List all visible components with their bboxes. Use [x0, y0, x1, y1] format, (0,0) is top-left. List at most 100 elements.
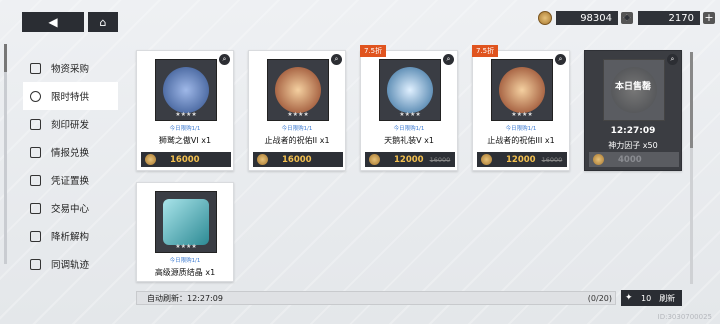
- rarity-stars: ★★★★: [175, 243, 197, 250]
- trade-icon: [30, 202, 41, 214]
- restock-timer: 12:27:09: [610, 126, 656, 136]
- sidebar-item-limited[interactable]: 限时特供: [23, 82, 118, 110]
- rarity-stars: ★★★★: [511, 111, 533, 118]
- sidebar-item-label: 限时特供: [51, 92, 90, 103]
- coin-balance: 98304 +: [538, 10, 633, 26]
- star-icon: ✦: [622, 11, 633, 25]
- sidebar-item-sync[interactable]: 同调轨迹: [14, 250, 122, 278]
- buy-button[interactable]: 12000 16000: [477, 152, 567, 167]
- refresh-count: (0/20): [587, 293, 612, 303]
- sidebar-item-label: 同调轨迹: [51, 260, 90, 271]
- item-image: ★★★★: [155, 191, 217, 253]
- item-image: ★★★★: [267, 59, 329, 121]
- intel-icon: [30, 146, 41, 158]
- imprint-icon: [30, 118, 41, 130]
- purchase-limit: 今日限购1/1: [169, 126, 201, 132]
- discount-tag: 7.5折: [360, 45, 387, 57]
- item-name: 高级源质结晶 x1: [154, 268, 216, 277]
- refresh-star-icon: ✦: [625, 293, 633, 303]
- sidebar-item-deconstruct[interactable]: 降析解构: [14, 222, 122, 250]
- sold-out-card: ⌕ 本日售罄 12:27:09 神力因子 x50 4000: [584, 50, 682, 171]
- rarity-stars: ★★★★: [287, 111, 309, 118]
- purchase-limit: 今日限购1/1: [169, 258, 201, 264]
- item-price: 16000: [282, 154, 312, 165]
- sidebar-item-label: 交易中心: [51, 204, 90, 215]
- coin-icon: [481, 154, 492, 165]
- purchase-limit: 今日限购1/1: [393, 126, 425, 132]
- discount-tag: 7.5折: [472, 45, 499, 57]
- shop-item-card[interactable]: ★★★★ ⌕ 今日限购1/1 狮鹫之傲VI x1 16000: [136, 50, 234, 171]
- shop-item-card[interactable]: ★★★★ ⌕ 今日限购1/1 止战者的祝佑II x1 16000: [248, 50, 346, 171]
- original-price: 16000: [429, 155, 451, 164]
- sidebar-item-label: 凭证置换: [51, 176, 90, 187]
- shop-item-card[interactable]: 7.5折 ★★★★ ⌕ 今日限购1/1 止战者的祝佑III x1 12000 16…: [472, 45, 570, 171]
- coin-icon: [369, 154, 380, 165]
- home-button[interactable]: ⌂: [88, 12, 118, 32]
- buy-button[interactable]: 16000: [141, 152, 231, 167]
- zoom-icon[interactable]: ⌕: [331, 54, 342, 65]
- zoom-icon[interactable]: ⌕: [219, 54, 230, 65]
- back-arrow-icon: ◀: [48, 15, 58, 29]
- footer-bar: 自动刷新：12:27:09 (0/20): [136, 291, 616, 305]
- scrollbar[interactable]: [690, 52, 693, 284]
- item-image: ★★★★: [491, 59, 553, 121]
- sidebar-indicator: [4, 44, 7, 264]
- back-button[interactable]: ◀: [22, 12, 84, 32]
- scrollbar-thumb[interactable]: [690, 52, 693, 148]
- coin-icon: [145, 154, 156, 165]
- item-image: ★★★★: [155, 59, 217, 121]
- sidebar-item-imprint[interactable]: 刻印研发: [14, 110, 122, 138]
- add-star-button[interactable]: +: [703, 12, 715, 24]
- home-icon: ⌂: [99, 15, 107, 29]
- sidebar: 物资采购 限时特供 刻印研发 情报兑换 凭证置换 交易中心 降析解构 同调轨迹: [14, 54, 122, 278]
- voucher-icon: [30, 174, 41, 186]
- refresh-label: 刷新: [659, 293, 676, 303]
- user-id: ID:3030700025: [657, 313, 712, 321]
- buy-button[interactable]: 16000: [253, 152, 343, 167]
- sold-out-label: 本日售罄: [614, 82, 651, 92]
- purchase-limit: 今日限购1/1: [505, 126, 537, 132]
- sidebar-item-label: 刻印研发: [51, 120, 90, 131]
- sidebar-item-intel[interactable]: 情报兑换: [14, 138, 122, 166]
- supply-icon: [30, 62, 41, 74]
- item-image: ★★★★: [379, 59, 441, 121]
- item-name: 止战者的祝佑III x1: [487, 136, 555, 145]
- star-amount: 2170: [638, 11, 700, 25]
- coin-icon: [257, 154, 268, 165]
- item-name: 狮鹫之傲VI x1: [158, 136, 212, 145]
- sidebar-item-label: 物资采购: [51, 64, 90, 75]
- coin-icon: [593, 154, 604, 165]
- item-price: 12000: [506, 154, 536, 165]
- shop-item-card[interactable]: 7.5折 ★★★★ ⌕ 今日限购1/1 天鹅礼装V x1 12000 16000: [360, 45, 458, 171]
- star-balance: ✦ 2170 +: [622, 10, 715, 26]
- rarity-stars: ★★★★: [175, 111, 197, 118]
- item-name: 天鹅礼装V x1: [384, 136, 434, 145]
- zoom-icon[interactable]: ⌕: [555, 54, 566, 65]
- sync-icon: [30, 258, 41, 270]
- sidebar-item-voucher[interactable]: 凭证置换: [14, 166, 122, 194]
- coin-amount: 98304: [556, 11, 618, 25]
- refresh-button[interactable]: ✦ 10 刷新: [621, 290, 682, 306]
- item-name: 神力因子 x50: [608, 141, 658, 150]
- buy-button[interactable]: 12000 16000: [365, 152, 455, 167]
- sidebar-item-supply[interactable]: 物资采购: [14, 54, 122, 82]
- limited-icon: [30, 90, 41, 102]
- zoom-icon[interactable]: ⌕: [667, 54, 678, 65]
- item-price: 12000: [394, 154, 424, 165]
- sidebar-item-trade[interactable]: 交易中心: [14, 194, 122, 222]
- rarity-stars: ★★★★: [399, 111, 421, 118]
- auto-refresh-timer: 自动刷新：12:27:09: [147, 293, 223, 303]
- zoom-icon[interactable]: ⌕: [443, 54, 454, 65]
- coin-icon: [538, 11, 552, 25]
- item-price: 4000: [618, 154, 642, 165]
- refresh-cost: 10: [641, 293, 652, 303]
- price-disabled: 4000: [589, 152, 679, 167]
- purchase-limit: 今日限购1/1: [281, 126, 313, 132]
- sidebar-item-label: 情报兑换: [51, 148, 90, 159]
- sidebar-item-label: 降析解构: [51, 232, 90, 243]
- shop-item-card[interactable]: ★★★★ 今日限购1/1 高级源质结晶 x1: [136, 182, 234, 282]
- original-price: 16000: [541, 155, 563, 164]
- item-price: 16000: [170, 154, 200, 165]
- item-name: 止战者的祝佑II x1: [264, 136, 330, 145]
- deconstruct-icon: [30, 230, 41, 242]
